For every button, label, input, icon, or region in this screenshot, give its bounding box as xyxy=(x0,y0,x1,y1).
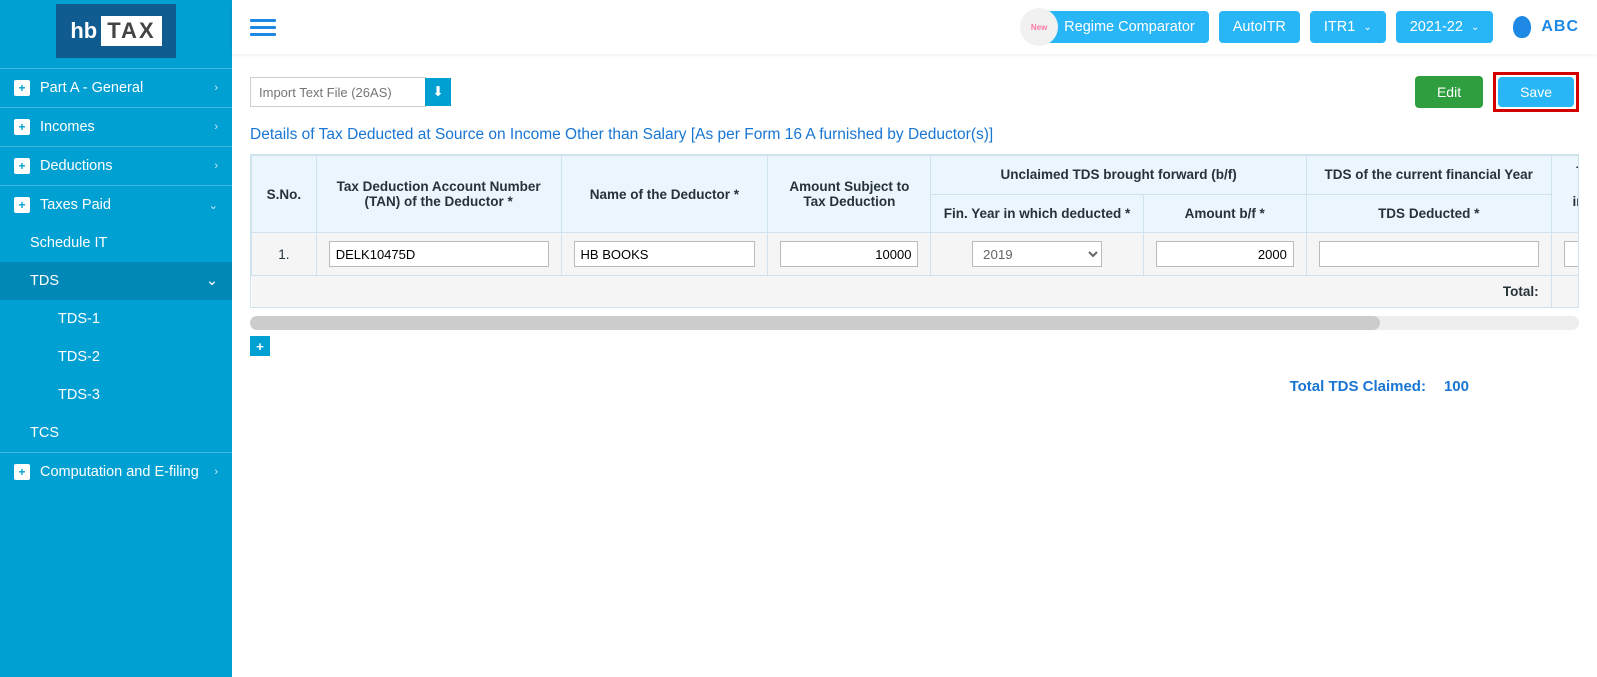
logo-hb: hb xyxy=(70,18,97,44)
tds-table: S.No. Tax Deduction Account Number (TAN)… xyxy=(251,155,1579,307)
chevron-right-icon: › xyxy=(214,466,218,478)
add-row-button[interactable]: + xyxy=(250,336,270,356)
sidebar-item-label: TDS-1 xyxy=(58,311,100,327)
col-amount-subject: Amount Subject to Tax Deduction xyxy=(768,156,931,233)
amount-bf-input[interactable] xyxy=(1156,241,1294,267)
section-title: Details of Tax Deducted at Source on Inc… xyxy=(250,126,1579,144)
hamburger-icon[interactable] xyxy=(250,15,276,40)
col-fin-year: Fin. Year in which deducted * xyxy=(931,194,1143,233)
chevron-right-icon: › xyxy=(214,82,218,94)
chevron-right-icon: › xyxy=(214,160,218,172)
total-tds-claimed-value: 100 xyxy=(1444,378,1469,395)
sidebar-item-label: Part A - General xyxy=(40,80,214,96)
sidebar-item-part-a[interactable]: + Part A - General › xyxy=(0,68,232,107)
logo-tax: TAX xyxy=(101,16,161,46)
sidebar-item-tds1[interactable]: TDS-1 xyxy=(0,300,232,338)
chevron-down-icon: ⌄ xyxy=(1363,22,1371,33)
main: New Regime Comparator AutoITR ITR1 ⌄ 202… xyxy=(232,0,1597,677)
edit-button[interactable]: Edit xyxy=(1415,76,1483,108)
save-button-highlight: Save xyxy=(1493,72,1579,112)
sidebar-item-label: Deductions xyxy=(40,158,214,174)
col-tds-current-group: TDS of the current financial Year xyxy=(1306,156,1551,195)
amount-subject-input[interactable] xyxy=(780,241,918,267)
download-icon: ⬇ xyxy=(432,84,443,100)
sidebar-item-label: Taxes Paid xyxy=(40,197,209,213)
tds-deducted-input[interactable] xyxy=(1319,241,1539,267)
logo: hb TAX xyxy=(0,0,232,68)
sidebar-item-label: TDS-2 xyxy=(58,349,100,365)
tds-table-scroll[interactable]: S.No. Tax Deduction Account Number (TAN)… xyxy=(250,154,1579,308)
sidebar-item-tds2[interactable]: TDS-2 xyxy=(0,338,232,376)
chevron-down-icon: ⌄ xyxy=(206,273,218,289)
itr-dropdown[interactable]: ITR1 ⌄ xyxy=(1310,11,1386,43)
scrollbar-thumb[interactable] xyxy=(250,316,1380,330)
chevron-down-icon: ⌄ xyxy=(209,199,218,212)
button-label: Regime Comparator xyxy=(1064,19,1195,35)
button-label: AutoITR xyxy=(1233,19,1286,35)
col-tan: Tax Deduction Account Number (TAN) of th… xyxy=(316,156,561,233)
action-row: ⬇ Edit Save xyxy=(250,72,1579,112)
sidebar-item-incomes[interactable]: + Incomes › xyxy=(0,107,232,146)
expand-icon: + xyxy=(14,80,30,96)
dropdown-label: ITR1 xyxy=(1324,19,1355,35)
col-credit: TDS credit being claimed this Year (only… xyxy=(1551,156,1579,233)
horizontal-scrollbar[interactable] xyxy=(250,316,1579,330)
sidebar-item-label: Incomes xyxy=(40,119,214,135)
sidebar-item-tds3[interactable]: TDS-3 xyxy=(0,376,232,414)
dropdown-label: 2021-22 xyxy=(1410,19,1463,35)
chevron-right-icon: › xyxy=(214,121,218,133)
total-label: Total: xyxy=(1306,276,1551,308)
expand-icon: + xyxy=(14,464,30,480)
save-button[interactable]: Save xyxy=(1498,77,1574,107)
sidebar-item-deductions[interactable]: + Deductions › xyxy=(0,146,232,185)
sidebar: hb TAX + Part A - General › + Incomes › … xyxy=(0,0,232,677)
expand-icon: + xyxy=(14,197,30,213)
sidebar-item-schedule-it[interactable]: Schedule IT xyxy=(0,224,232,262)
import-download-button[interactable]: ⬇ xyxy=(425,78,451,106)
content: ⬇ Edit Save Details of Tax Deducted at S… xyxy=(232,54,1597,413)
topbar: New Regime Comparator AutoITR ITR1 ⌄ 202… xyxy=(232,0,1597,54)
col-unclaimed-group: Unclaimed TDS brought forward (b/f) xyxy=(931,156,1306,195)
username-label: ABC xyxy=(1541,18,1579,36)
total-tds-claimed-label: Total TDS Claimed: xyxy=(1290,378,1426,395)
import-file-input[interactable] xyxy=(250,77,426,107)
plus-icon: + xyxy=(256,339,264,354)
sidebar-item-taxes-paid[interactable]: + Taxes Paid ⌄ xyxy=(0,185,232,224)
sidebar-item-label: TDS xyxy=(30,273,206,289)
sidebar-item-label: TDS-3 xyxy=(58,387,100,403)
tds-claimed-input[interactable] xyxy=(1564,241,1579,267)
avatar-icon[interactable] xyxy=(1513,16,1531,38)
total-row: Total: xyxy=(252,276,1580,308)
col-amount-bf: Amount b/f * xyxy=(1143,194,1306,233)
sidebar-item-label: Schedule IT xyxy=(30,235,107,251)
sidebar-item-label: Computation and E-filing xyxy=(40,464,214,480)
chevron-down-icon: ⌄ xyxy=(1471,22,1479,33)
year-dropdown[interactable]: 2021-22 ⌄ xyxy=(1396,11,1494,43)
fin-year-select[interactable]: 2019 xyxy=(972,241,1102,267)
table-row: 1. 2019 xyxy=(252,233,1580,276)
expand-icon: + xyxy=(14,119,30,135)
summary: Total TDS Claimed: 100 xyxy=(250,378,1579,395)
tan-input[interactable] xyxy=(329,241,549,267)
col-name: Name of the Deductor * xyxy=(561,156,768,233)
cell-sno: 1. xyxy=(252,233,317,276)
new-badge-icon: New xyxy=(1020,8,1058,46)
sidebar-item-tds[interactable]: TDS ⌄ xyxy=(0,262,232,300)
sidebar-item-computation[interactable]: + Computation and E-filing › xyxy=(0,452,232,491)
autoitr-button[interactable]: AutoITR xyxy=(1219,11,1300,43)
deductor-name-input[interactable] xyxy=(574,241,756,267)
sidebar-item-tcs[interactable]: TCS xyxy=(0,414,232,452)
regime-comparator-button[interactable]: Regime Comparator xyxy=(1046,11,1209,43)
expand-icon: + xyxy=(14,158,30,174)
sidebar-item-label: TCS xyxy=(30,425,59,441)
col-sno: S.No. xyxy=(252,156,317,233)
col-tds-deducted: TDS Deducted * xyxy=(1306,194,1551,233)
